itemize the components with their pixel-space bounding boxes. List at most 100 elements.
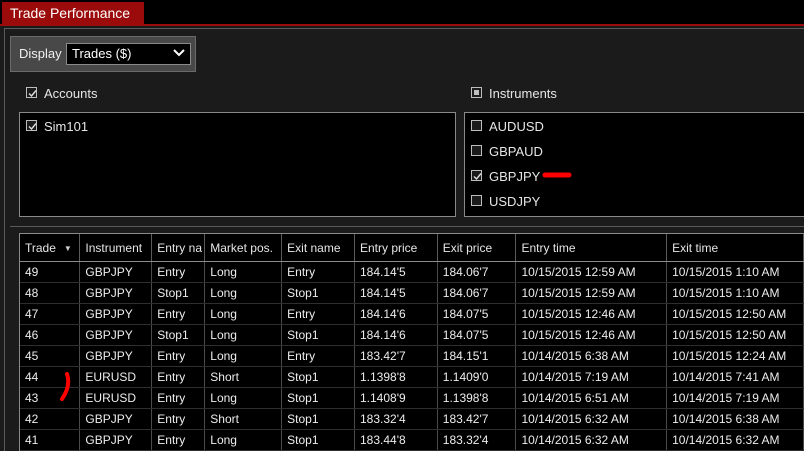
display-label: Display <box>19 46 62 61</box>
accounts-label: Accounts <box>44 86 98 101</box>
account-item-label[interactable]: Sim101 <box>44 119 88 134</box>
table-row[interactable]: 41 GBPJPY Entry Long Stop1 183.44'8 183.32'4 10… <box>20 429 804 451</box>
cell-entry-time: 10/15/2015 12:59 AM <box>515 282 668 304</box>
cell-exit-name: Stop1 <box>281 429 355 451</box>
window-title-tab[interactable]: Trade Performance <box>2 2 144 24</box>
column-header-entry-name[interactable]: Entry na <box>151 234 206 262</box>
cell-exit-price: 184.06'7 <box>437 261 517 283</box>
instruments-label: Instruments <box>489 86 557 101</box>
cell-instrument: GBPJPY <box>79 429 153 451</box>
cell-exit-price: 183.42'7 <box>437 408 517 430</box>
instrument-item-checkbox[interactable] <box>471 195 482 206</box>
cell-market-pos: Long <box>204 324 283 346</box>
cell-market-pos: Long <box>204 345 283 367</box>
partial-check-icon <box>474 90 479 95</box>
column-header-label: Trade <box>25 240 56 255</box>
cell-exit-name: Entry <box>281 345 355 367</box>
cell-instrument: GBPJPY <box>79 282 153 304</box>
trades-grid[interactable]: Trade ▼ Instrument Entry na Market pos. E… <box>19 233 804 451</box>
table-row[interactable]: 43 EURUSD Entry Long Stop1 1.1408'9 1.1398'8 10… <box>20 387 804 409</box>
column-header-instrument[interactable]: Instrument <box>79 234 153 262</box>
cell-entry-time: 10/15/2015 12:59 AM <box>515 261 668 283</box>
check-icon <box>28 123 37 131</box>
cell-entry-time: 10/14/2015 6:38 AM <box>515 345 668 367</box>
cell-market-pos: Long <box>204 387 283 409</box>
title-underline <box>0 24 804 26</box>
cell-entry-price: 184.14'5 <box>354 282 438 304</box>
cell-exit-time: 10/15/2015 12:50 AM <box>666 324 804 346</box>
cell-exit-time: 10/14/2015 6:38 AM <box>666 408 804 430</box>
cell-market-pos: Long <box>204 429 283 451</box>
cell-entry-time: 10/14/2015 6:51 AM <box>515 387 668 409</box>
cell-exit-price: 1.1409'0 <box>437 366 517 388</box>
instrument-item-label[interactable]: AUDUSD <box>489 119 544 134</box>
cell-exit-name: Entry <box>281 261 355 283</box>
column-header-entry-price[interactable]: Entry price <box>354 234 438 262</box>
accounts-checkbox[interactable] <box>26 87 37 98</box>
cell-entry-time: 10/15/2015 12:46 AM <box>515 324 668 346</box>
annotation-dash <box>542 172 572 178</box>
cell-entry-name: Entry <box>151 387 206 409</box>
cell-market-pos: Long <box>204 303 283 325</box>
cell-trade: 46 <box>20 324 81 346</box>
cell-exit-price: 184.06'7 <box>437 282 517 304</box>
column-header-entry-time[interactable]: Entry time <box>515 234 668 262</box>
cell-entry-time: 10/15/2015 12:46 AM <box>515 303 668 325</box>
display-select-value: Trades ($) <box>72 46 132 61</box>
cell-entry-price: 184.14'6 <box>354 303 438 325</box>
instrument-item-checkbox[interactable] <box>471 120 482 131</box>
column-header-trade[interactable]: Trade ▼ <box>20 234 81 262</box>
instruments-checkbox[interactable] <box>471 87 482 98</box>
section-divider <box>10 226 804 227</box>
table-row[interactable]: 49 GBPJPY Entry Long Entry 184.14'5 184.06'7 10… <box>20 261 804 283</box>
cell-entry-name: Stop1 <box>151 324 206 346</box>
cell-trade: 49 <box>20 261 81 283</box>
table-row[interactable]: 45 GBPJPY Entry Long Entry 183.42'7 184.15'1 10… <box>20 345 804 367</box>
table-row[interactable]: 46 GBPJPY Stop1 Long Stop1 184.14'6 184.07'5 10… <box>20 324 804 346</box>
cell-exit-price: 184.07'5 <box>437 324 517 346</box>
cell-instrument: GBPJPY <box>79 408 153 430</box>
table-row[interactable]: 47 GBPJPY Entry Long Entry 184.14'6 184.07'5 10… <box>20 303 804 325</box>
table-row[interactable]: 42 GBPJPY Entry Short Stop1 183.32'4 183.42'7 1… <box>20 408 804 430</box>
chevron-down-icon[interactable] <box>172 47 186 59</box>
cell-trade: 48 <box>20 282 81 304</box>
cell-exit-time: 10/15/2015 12:50 AM <box>666 303 804 325</box>
instrument-item-checkbox[interactable] <box>471 170 482 181</box>
table-row[interactable]: 48 GBPJPY Stop1 Long Stop1 184.14'5 184.06'7 10… <box>20 282 804 304</box>
column-header-market-pos[interactable]: Market pos. <box>204 234 283 262</box>
cell-exit-name: Stop1 <box>281 366 355 388</box>
cell-trade: 45 <box>20 345 81 367</box>
cell-market-pos: Short <box>204 366 283 388</box>
cell-trade: 47 <box>20 303 81 325</box>
cell-exit-price: 184.07'5 <box>437 303 517 325</box>
column-header-exit-time[interactable]: Exit time <box>666 234 804 262</box>
cell-entry-time: 10/14/2015 6:32 AM <box>515 429 668 451</box>
sort-descending-icon: ▼ <box>63 243 72 253</box>
instrument-item-checkbox[interactable] <box>471 145 482 156</box>
cell-entry-name: Entry <box>151 303 206 325</box>
cell-entry-price: 184.14'6 <box>354 324 438 346</box>
check-icon <box>473 173 482 181</box>
table-row[interactable]: 44 EURUSD Entry Short Stop1 1.1398'8 1.1409'0 1… <box>20 366 804 388</box>
cell-instrument: EURUSD <box>79 387 153 409</box>
cell-entry-name: Entry <box>151 345 206 367</box>
instrument-item-label[interactable]: USDJPY <box>489 194 540 209</box>
cell-exit-name: Stop1 <box>281 408 355 430</box>
cell-exit-time: 10/14/2015 6:32 AM <box>666 429 804 451</box>
cell-exit-time: 10/15/2015 12:24 AM <box>666 345 804 367</box>
cell-exit-price: 1.1398'8 <box>437 387 517 409</box>
cell-entry-price: 183.44'8 <box>354 429 438 451</box>
cell-entry-name: Entry <box>151 429 206 451</box>
cell-exit-time: 10/14/2015 7:19 AM <box>666 387 804 409</box>
cell-exit-price: 183.32'4 <box>437 429 517 451</box>
cell-entry-time: 10/14/2015 6:32 AM <box>515 408 668 430</box>
instrument-item-label[interactable]: GBPAUD <box>489 144 543 159</box>
column-header-exit-price[interactable]: Exit price <box>437 234 517 262</box>
cell-instrument: GBPJPY <box>79 345 153 367</box>
cell-market-pos: Short <box>204 408 283 430</box>
column-header-exit-name[interactable]: Exit name <box>281 234 355 262</box>
cell-entry-time: 10/14/2015 7:19 AM <box>515 366 668 388</box>
account-item-checkbox[interactable] <box>26 120 37 131</box>
cell-market-pos: Long <box>204 282 283 304</box>
instrument-item-label[interactable]: GBPJPY <box>489 169 540 184</box>
